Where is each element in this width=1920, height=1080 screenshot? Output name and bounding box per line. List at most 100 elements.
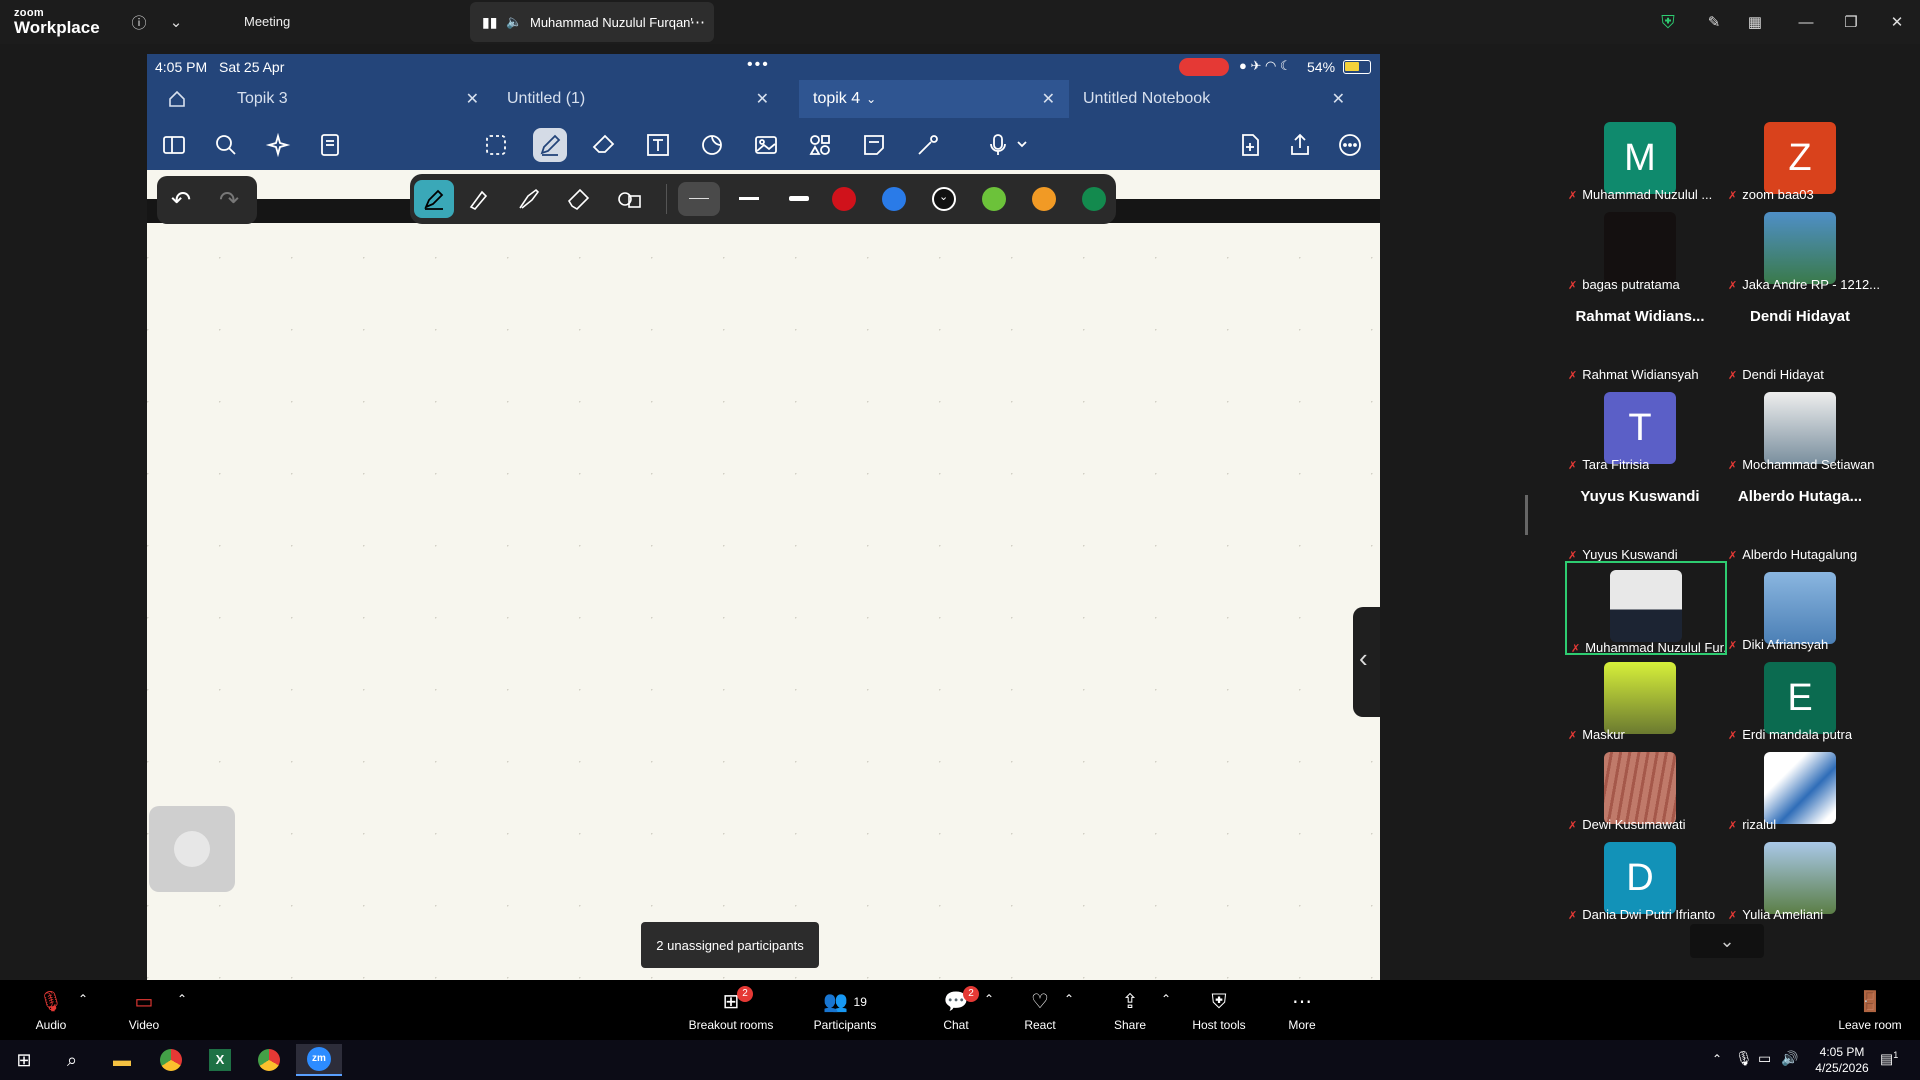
tab-close-icon[interactable]: ✕ [756,89,769,109]
pen-tool-icon[interactable] [533,128,567,162]
notifications-icon[interactable]: ▤1 [1880,1050,1898,1068]
participant-tile[interactable]: Jaka Andre RP - 1212... [1720,200,1880,292]
sticky-note-icon[interactable] [857,128,891,162]
participant-tile[interactable]: Mochammad Setiawan [1720,380,1880,472]
share-title-tab[interactable]: ▮▮ 🔈 Muhammad Nuzulul Furqan' ⋯ [470,2,714,42]
restore-icon[interactable]: ❐ [1839,10,1863,34]
participant-tile[interactable]: Diki Afriansyah [1720,560,1880,652]
chrome-icon[interactable] [151,1044,191,1076]
zoom-app-icon[interactable]: zm [296,1044,342,1076]
shapes-icon[interactable] [803,128,837,162]
chevron-down-icon[interactable]: ⌄ [866,92,876,106]
participant-tile[interactable]: Rahmat Widians... Rahmat Widiansyah [1560,290,1720,382]
shape-pen-icon[interactable] [616,186,644,217]
shield-icon[interactable]: ⛨ [1656,10,1680,34]
participant-tile[interactable]: Maskur [1560,650,1720,742]
fountain-pen-icon[interactable] [414,180,454,218]
ball-pen-icon[interactable] [466,186,492,217]
color-orange[interactable] [1032,187,1056,211]
undo-icon[interactable]: ↶ [171,186,191,215]
tab-untitled-notebook[interactable]: Untitled Notebook ✕ [1069,80,1359,118]
participant-tile[interactable]: E Erdi mandala putra [1720,650,1880,742]
participant-tile[interactable]: Yulia Ameliani [1720,830,1880,922]
tab-close-icon[interactable]: ✕ [1332,89,1345,109]
panel-resize-handle[interactable] [1525,495,1528,535]
tab-close-icon[interactable]: ✕ [466,89,479,109]
pen-icon[interactable]: ✎ [1702,10,1726,34]
participant-tile[interactable]: M Muhammad Nuzulul ... [1560,110,1720,202]
color-red[interactable] [832,187,856,211]
meeting-label[interactable]: Meeting [244,14,290,29]
host-tools-button[interactable]: ⛨ Host tools [1174,990,1264,1032]
stroke-thin-option[interactable] [678,182,720,216]
participant-tile[interactable]: Alberdo Hutaga... Alberdo Hutagalung [1720,470,1880,562]
multitask-dots-icon[interactable]: ••• [747,56,770,74]
participant-tile[interactable]: Yuyus Kuswandi Yuyus Kuswandi [1560,470,1720,562]
participant-tile[interactable]: rizalul [1720,740,1880,832]
windows-start-icon[interactable]: ⊞ [4,1044,44,1076]
image-icon[interactable] [749,128,783,162]
color-green[interactable] [982,187,1006,211]
participant-tile[interactable]: Dendi Hidayat Dendi Hidayat [1720,290,1880,382]
lasso-select-icon[interactable] [479,128,513,162]
search-icon[interactable]: ⌕ [52,1044,92,1076]
tray-clock[interactable]: 4:05 PM 4/25/2026 [1812,1044,1872,1076]
audio-options-chevron-icon[interactable]: ⌃ [78,992,88,1006]
tab-close-icon[interactable]: ✕ [1042,89,1055,109]
sidebar-grip[interactable]: ‹ [1353,607,1380,717]
stroke-thick-option[interactable] [778,182,820,216]
ai-sparkle-icon[interactable] [261,128,295,162]
laser-pointer-icon[interactable] [911,128,945,162]
share-options-chevron-icon[interactable]: ⌃ [1161,992,1171,1006]
chrome-profile-icon[interactable] [249,1044,289,1076]
participant-tile[interactable]: bagas putratama [1560,200,1720,292]
share-export-icon[interactable] [1283,128,1317,162]
info-icon[interactable]: ⓘ [127,10,151,34]
more-icon[interactable] [1333,128,1367,162]
participant-tile[interactable]: T Tara Fitrisia [1560,380,1720,472]
gallery-scroll-down-icon[interactable]: ⌄ [1690,924,1764,958]
search-icon[interactable] [209,128,243,162]
participant-tile-active[interactable]: Muhammad Nuzulul Fur... [1565,561,1727,655]
highlighter-icon[interactable] [566,186,592,217]
more-options-icon[interactable]: ⋯ [690,13,705,31]
tray-overflow-icon[interactable]: ⌃ [1712,1052,1722,1066]
more-button[interactable]: ⋯ More [1257,990,1347,1032]
minimize-icon[interactable]: — [1794,10,1818,34]
close-icon[interactable]: ✕ [1885,10,1909,34]
audio-record-icon[interactable] [981,128,1035,162]
eraser-icon[interactable] [587,128,621,162]
leave-room-button[interactable]: 🚪 Leave room [1824,990,1916,1032]
tab-topik-4[interactable]: topik 4 ⌄ ✕ [799,80,1069,118]
breakout-rooms-button[interactable]: ⊞ 2 Breakout rooms [685,986,777,1032]
participant-tile[interactable]: Z zoom baa03 [1720,110,1880,202]
video-button[interactable]: ▭ Video [99,990,189,1032]
participants-button[interactable]: 👥 19 Participants [800,990,890,1032]
redo-icon[interactable]: ↷ [219,186,239,215]
tab-topik-3[interactable]: Topik 3 ✕ [223,80,493,118]
brush-pen-icon[interactable] [516,186,542,217]
color-blue[interactable] [882,187,906,211]
volume-icon[interactable]: 🔊 [1781,1050,1798,1067]
home-icon[interactable] [161,80,221,118]
sidebar-toggle-icon[interactable] [157,128,191,162]
color-dark-green[interactable] [1082,187,1106,211]
participant-tile[interactable]: D Dania Dwi Putri Ifrianto [1560,830,1720,922]
layout-icon[interactable]: ▦ [1743,10,1767,34]
network-icon[interactable]: ▭ [1758,1050,1771,1067]
color-black-selected[interactable]: ⌄ [932,187,956,211]
chevron-down-icon[interactable]: ⌄ [164,10,188,34]
excel-icon[interactable]: X [200,1044,240,1076]
stroke-medium-option[interactable] [728,182,770,216]
chat-options-chevron-icon[interactable]: ⌃ [984,992,994,1006]
document-list-icon[interactable] [313,128,347,162]
react-options-chevron-icon[interactable]: ⌃ [1064,992,1074,1006]
participant-tile[interactable]: Dewi Kusumawati [1560,740,1720,832]
file-explorer-icon[interactable]: ▬ [102,1044,142,1076]
video-options-chevron-icon[interactable]: ⌃ [177,992,187,1006]
floating-assistive-button[interactable] [149,806,235,892]
sticker-icon[interactable] [695,128,729,162]
text-box-icon[interactable] [641,128,675,162]
dot-grid-canvas[interactable] [147,223,1380,981]
add-page-icon[interactable] [1233,128,1267,162]
